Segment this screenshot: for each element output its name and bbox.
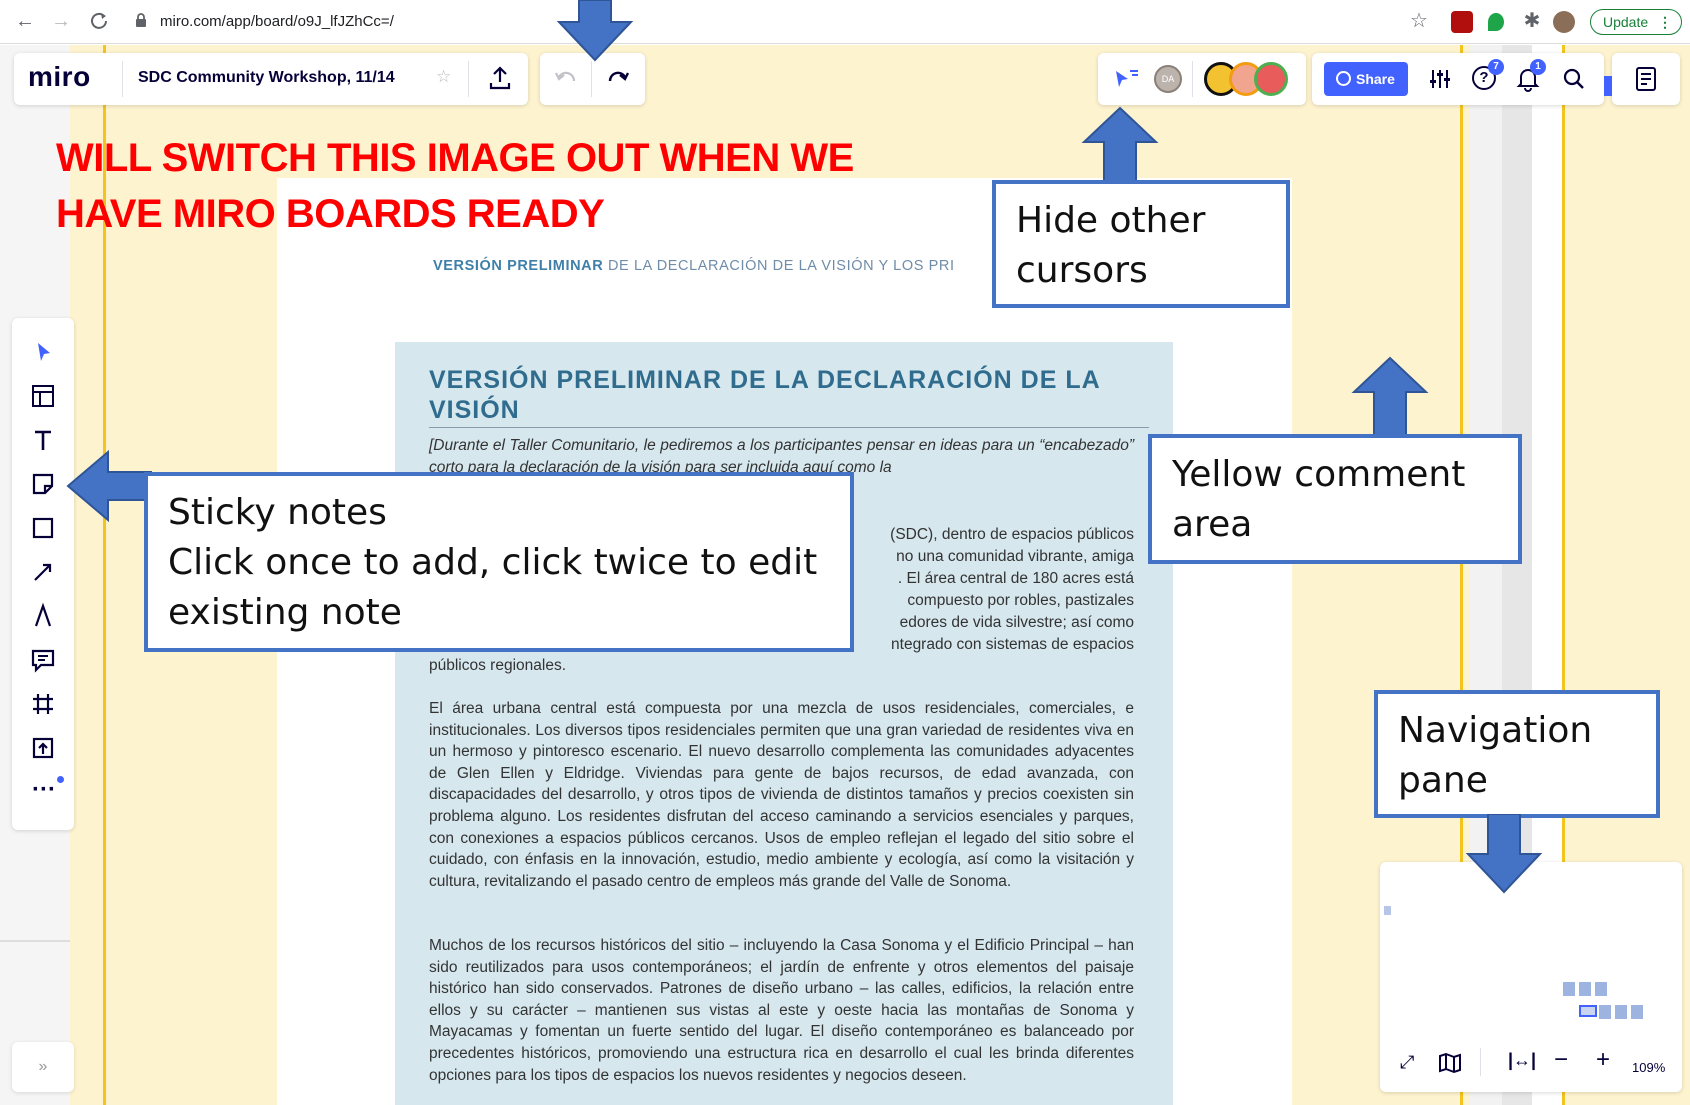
callout-text: pane bbox=[1398, 760, 1488, 801]
board-header-panel: miro SDC Community Workshop, 11/14 ☆ bbox=[14, 53, 528, 105]
presence-indicator bbox=[1604, 76, 1612, 96]
search-icon[interactable] bbox=[1562, 67, 1586, 96]
menu-dots-icon: ⋮ bbox=[1658, 14, 1672, 30]
more-tools-icon[interactable]: ··· bbox=[32, 776, 56, 804]
callout-text: Click once to add, click twice to edit bbox=[168, 542, 818, 583]
expand-panel-button[interactable]: » bbox=[12, 1042, 74, 1092]
arrow-up-annotation bbox=[1351, 356, 1429, 436]
left-toolbar: ··· bbox=[12, 318, 74, 830]
arrow-up-annotation bbox=[1081, 106, 1159, 186]
collaborator-avatar-da[interactable]: DA bbox=[1154, 65, 1182, 93]
red-note-line-2: HAVE MIRO BOARDS READY bbox=[56, 192, 605, 236]
frame-tool-icon[interactable] bbox=[29, 690, 57, 718]
arrow-left-annotation bbox=[66, 449, 152, 523]
share-button[interactable]: Share bbox=[1324, 62, 1408, 96]
select-cursor-icon[interactable] bbox=[29, 338, 57, 366]
minimap-element bbox=[1384, 906, 1391, 915]
map-toggle-icon[interactable] bbox=[1438, 1052, 1462, 1074]
globe-icon bbox=[1336, 71, 1351, 86]
board-menu-panel bbox=[1612, 53, 1680, 105]
pdf-extension-icon[interactable] bbox=[1451, 11, 1473, 33]
yellow-comment-callout: Yellow comment area bbox=[1148, 434, 1522, 564]
callout-text: Yellow comment bbox=[1172, 454, 1466, 495]
miro-logo[interactable]: miro bbox=[28, 61, 91, 93]
upload-tool-icon[interactable] bbox=[29, 734, 57, 762]
back-icon[interactable]: ← bbox=[12, 8, 38, 34]
new-tools-dot bbox=[57, 776, 64, 783]
share-label: Share bbox=[1356, 71, 1395, 87]
callout-text: area bbox=[1172, 504, 1253, 545]
collaborator-avatar[interactable] bbox=[1254, 62, 1288, 96]
p1-end: públicos regionales. bbox=[429, 657, 567, 674]
header-bold-text: VERSIÓN PRELIMINAR bbox=[433, 258, 604, 274]
green-extension-icon[interactable] bbox=[1488, 13, 1504, 31]
callout-text: existing note bbox=[168, 592, 402, 633]
templates-icon[interactable] bbox=[29, 382, 57, 410]
update-button[interactable]: Update ⋮ bbox=[1590, 9, 1682, 35]
notifications-badge: 1 bbox=[1530, 59, 1546, 75]
forward-icon[interactable]: → bbox=[48, 8, 74, 34]
settings-sliders-icon[interactable] bbox=[1428, 67, 1452, 96]
board-title[interactable]: SDC Community Workshop, 11/14 bbox=[138, 69, 395, 87]
callout-text: Sticky notes bbox=[168, 492, 387, 533]
hide-cursors-callout: Hide other cursors bbox=[992, 180, 1290, 308]
help-badge: 7 bbox=[1488, 59, 1504, 75]
bookmark-star-icon[interactable]: ☆ bbox=[1406, 8, 1432, 34]
collaborators-panel: DA bbox=[1098, 53, 1306, 105]
document-running-header: VERSIÓN PRELIMINAR DE LA DECLARACIÓN DE … bbox=[433, 258, 955, 274]
zoom-out-icon[interactable]: − bbox=[1554, 1046, 1568, 1074]
browser-toolbar: ← → miro.com/app/board/o9J_lfJZhCc=/ ☆ ✱… bbox=[0, 0, 1690, 44]
callout-text: cursors bbox=[1016, 250, 1148, 291]
sticky-notes-callout: Sticky notes Click once to add, click tw… bbox=[144, 472, 854, 652]
divider bbox=[468, 61, 469, 97]
document-paragraph-3: Muchos de los recursos históricos del si… bbox=[429, 937, 1134, 1084]
profile-avatar[interactable] bbox=[1553, 11, 1575, 33]
navigation-minimap[interactable]: ⤢ |↔| − + bbox=[1380, 862, 1682, 1092]
sticky-note-icon[interactable] bbox=[29, 470, 57, 498]
zoom-in-icon[interactable]: + bbox=[1596, 1046, 1610, 1074]
share-tools-panel: Share ? 7 1 bbox=[1312, 53, 1604, 105]
callout-text: Hide other bbox=[1016, 200, 1206, 241]
reload-icon[interactable] bbox=[86, 8, 112, 34]
arrow-down-annotation bbox=[1465, 814, 1543, 894]
red-note-line-1: WILL SWITCH THIS IMAGE OUT WHEN WE bbox=[56, 136, 854, 180]
document-paragraph-2: El área urbana central está compuesta po… bbox=[429, 700, 1134, 890]
minimap-thumbnails bbox=[1553, 972, 1681, 1030]
switch-image-note: WILL SWITCH THIS IMAGE OUT WHEN WE HAVE … bbox=[56, 130, 854, 242]
fit-to-screen-icon[interactable]: |↔| bbox=[1508, 1050, 1536, 1071]
header-rest-text: DE LA DECLARACIÓN DE LA VISIÓN Y LOS PRI bbox=[607, 258, 955, 274]
arrow-down-annotation bbox=[556, 0, 634, 62]
divider bbox=[591, 61, 592, 97]
board-list-icon[interactable] bbox=[1634, 66, 1658, 97]
divider bbox=[122, 61, 123, 97]
divider bbox=[1480, 1048, 1481, 1076]
shape-tool-icon[interactable] bbox=[29, 514, 57, 542]
callout-text: Navigation bbox=[1398, 710, 1593, 751]
canvas-line bbox=[0, 940, 70, 942]
favorite-star-icon[interactable]: ☆ bbox=[436, 67, 451, 87]
text-tool-icon[interactable] bbox=[29, 426, 57, 454]
divider bbox=[1192, 61, 1193, 97]
extensions-puzzle-icon[interactable]: ✱ bbox=[1519, 8, 1545, 34]
update-label: Update bbox=[1603, 14, 1649, 30]
address-bar[interactable]: miro.com/app/board/o9J_lfJZhCc=/ bbox=[160, 7, 394, 37]
comment-tool-icon[interactable] bbox=[29, 646, 57, 674]
hide-cursors-icon[interactable] bbox=[1114, 67, 1140, 96]
lock-icon bbox=[135, 13, 147, 27]
pen-tool-icon[interactable] bbox=[29, 602, 57, 630]
undo-icon[interactable] bbox=[554, 67, 578, 94]
document-title: VERSIÓN PRELIMINAR DE LA DECLARACIÓN DE … bbox=[429, 365, 1149, 428]
zoom-level[interactable]: 109% bbox=[1632, 1060, 1665, 1075]
connection-line-icon[interactable] bbox=[29, 558, 57, 586]
fullscreen-icon[interactable]: ⤢ bbox=[1400, 1052, 1414, 1073]
navigation-pane-callout: Navigation pane bbox=[1374, 690, 1660, 818]
export-upload-icon[interactable] bbox=[488, 65, 512, 96]
redo-icon[interactable] bbox=[606, 67, 630, 94]
